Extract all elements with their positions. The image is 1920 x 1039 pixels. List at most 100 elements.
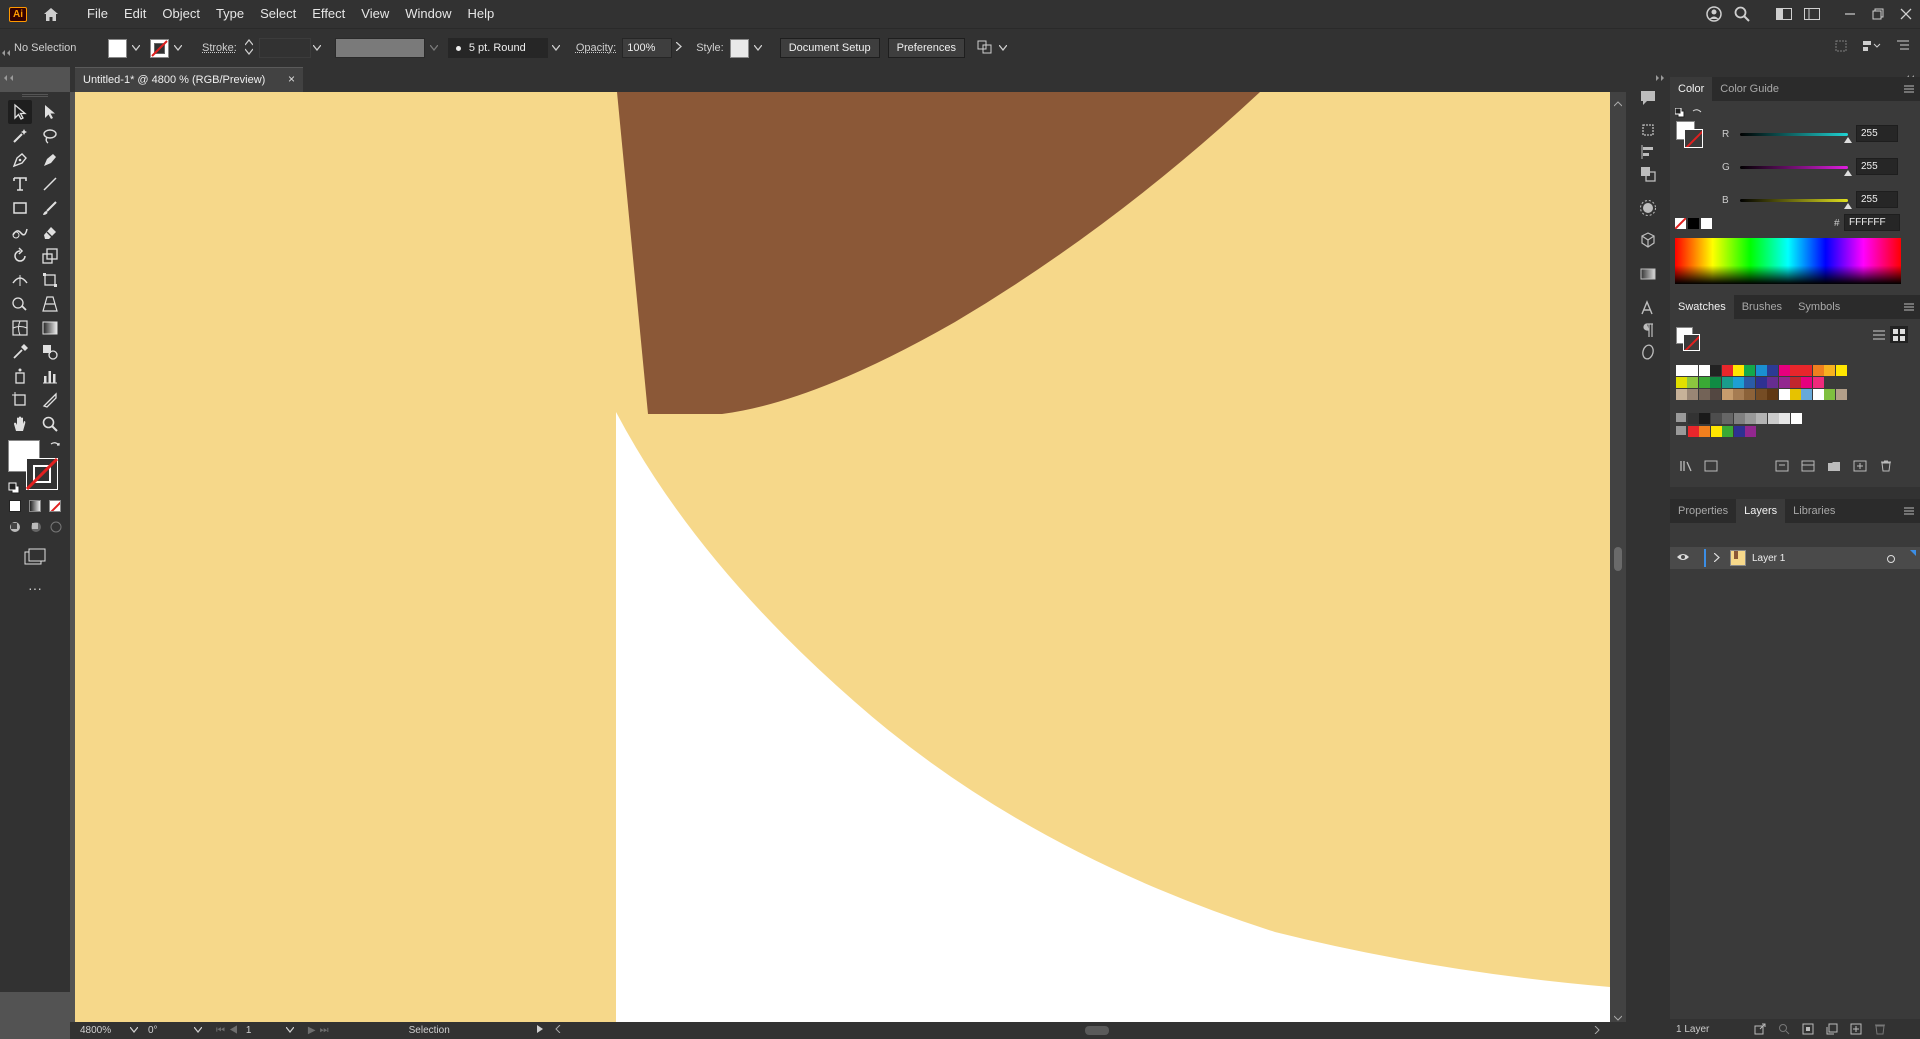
menu-view[interactable]: View [353, 0, 397, 28]
opacity-label[interactable]: Opacity: [576, 42, 616, 54]
swatch-chip[interactable] [1835, 389, 1847, 400]
chevron-down-icon[interactable] [997, 42, 1009, 54]
swatch-chip[interactable] [1812, 377, 1824, 388]
swatch-chip[interactable] [1790, 365, 1801, 376]
new-swatch-icon[interactable] [1853, 460, 1867, 475]
swatch-chip[interactable] [1698, 377, 1710, 388]
swatch-chip[interactable] [1710, 389, 1722, 400]
hex-value-input[interactable]: FFFFFF [1844, 214, 1900, 231]
gradient-mode-icon[interactable] [29, 500, 41, 512]
transform-icon[interactable] [1834, 39, 1848, 56]
tab-brushes[interactable]: Brushes [1734, 295, 1790, 319]
b-slider-thumb[interactable] [1844, 203, 1852, 209]
artboard-number[interactable]: 1 [246, 1025, 286, 1036]
scale-tool-icon[interactable] [38, 244, 62, 268]
swatch-chip[interactable] [1687, 389, 1699, 400]
collapse-toolbar-icon[interactable] [4, 70, 14, 84]
swatch-chip[interactable] [1778, 365, 1790, 376]
swatch-chip[interactable] [1824, 365, 1836, 376]
scroll-up-icon[interactable] [1613, 96, 1623, 110]
zoom-tool-icon[interactable] [38, 412, 62, 436]
vertical-scrollbar[interactable] [1610, 92, 1626, 1022]
3d-icon[interactable] [1636, 228, 1660, 252]
swatch-chip[interactable] [1721, 389, 1733, 400]
chevron-right-icon[interactable] [675, 41, 683, 54]
free-transform-tool-icon[interactable] [38, 268, 62, 292]
swatch-chip[interactable] [1801, 365, 1813, 376]
locate-object-icon[interactable] [1778, 1023, 1790, 1038]
swatch-chip[interactable] [1790, 377, 1801, 388]
default-colors-icon[interactable] [1674, 107, 1685, 121]
swatch-chip[interactable] [1835, 365, 1847, 376]
gradient-tool-icon[interactable] [38, 316, 62, 340]
swatch-chip[interactable] [1755, 389, 1767, 400]
opacity-input[interactable]: 100% [622, 38, 673, 58]
menu-select[interactable]: Select [252, 0, 304, 28]
clipping-mask-icon[interactable] [1802, 1023, 1814, 1038]
swatch-chip[interactable] [1767, 413, 1779, 424]
stroke-swatch[interactable] [150, 38, 169, 58]
comments-icon[interactable] [1636, 86, 1660, 110]
arrange-documents-icon[interactable] [1770, 0, 1798, 28]
swatch-chip[interactable] [1688, 413, 1699, 424]
new-layer-icon[interactable] [1850, 1023, 1862, 1038]
swatch-chip[interactable] [1790, 389, 1801, 400]
swatches-stroke-swatch[interactable] [1683, 334, 1700, 351]
stroke-color-box[interactable] [26, 458, 58, 490]
chevron-down-icon[interactable] [193, 1025, 203, 1036]
swatch-chip[interactable] [1767, 377, 1779, 388]
width-tool-icon[interactable] [8, 268, 32, 292]
color-group-icon[interactable] [1801, 460, 1815, 475]
scroll-left-icon[interactable] [554, 1024, 561, 1036]
stroke-weight-input[interactable] [258, 38, 311, 58]
b-value-input[interactable]: 255 [1856, 191, 1898, 208]
swatch-options-icon[interactable] [1775, 460, 1789, 475]
swatch-chip[interactable] [1744, 365, 1756, 376]
shaper-tool-icon[interactable] [8, 220, 32, 244]
workspace-switcher-icon[interactable] [1798, 0, 1826, 28]
gradient-panel-icon[interactable] [1636, 262, 1660, 286]
r-slider-thumb[interactable] [1844, 137, 1852, 143]
white-color-chip[interactable] [1701, 218, 1712, 229]
grid-view-icon[interactable] [1890, 326, 1908, 343]
menu-object[interactable]: Object [154, 0, 208, 28]
g-slider[interactable] [1740, 166, 1848, 169]
layer-name[interactable]: Layer 1 [1752, 553, 1785, 564]
panel-grip-icon[interactable] [2, 47, 10, 59]
swatch-chip[interactable] [1778, 389, 1790, 400]
swatch-chip[interactable] [1722, 426, 1734, 437]
minimize-icon[interactable] [1836, 0, 1864, 28]
swatch-chip[interactable] [1744, 389, 1756, 400]
menu-window[interactable]: Window [397, 0, 459, 28]
swatch-chip[interactable] [1778, 377, 1790, 388]
shape-builder-tool-icon[interactable] [8, 292, 32, 316]
new-sublayer-icon[interactable] [1826, 1023, 1838, 1038]
show-kinds-icon[interactable] [1704, 460, 1718, 475]
appearance-icon[interactable] [1636, 196, 1660, 220]
paintbrush-tool-icon[interactable] [38, 196, 62, 220]
canvas[interactable] [75, 92, 1610, 1022]
chevron-down-icon[interactable] [550, 42, 562, 54]
panel-menu-icon[interactable] [1904, 505, 1914, 515]
color-stroke-swatch[interactable] [1684, 129, 1703, 148]
vertical-scroll-thumb[interactable] [1614, 547, 1622, 571]
swatch-chip[interactable] [1733, 389, 1744, 400]
rectangle-tool-icon[interactable] [8, 196, 32, 220]
artboards-icon[interactable] [1636, 118, 1660, 142]
swatch-chip[interactable] [1710, 413, 1722, 424]
swatch-chip[interactable] [1721, 365, 1733, 376]
preferences-button[interactable]: Preferences [887, 38, 965, 58]
delete-swatch-icon[interactable] [1879, 460, 1893, 475]
symbol-sprayer-tool-icon[interactable] [8, 364, 32, 388]
chevron-down-icon[interactable] [130, 42, 142, 54]
menu-edit[interactable]: Edit [116, 0, 154, 28]
hand-tool-icon[interactable] [8, 412, 32, 436]
document-tab[interactable]: Untitled-1* @ 4800 % (RGB/Preview) × [75, 67, 303, 92]
chevron-down-icon[interactable] [285, 1025, 295, 1036]
swatch-chip[interactable] [1722, 413, 1734, 424]
panel-menu-icon[interactable] [1904, 301, 1914, 311]
character-icon[interactable] [1636, 296, 1660, 320]
swatch-chip[interactable] [1812, 365, 1824, 376]
none-mode-icon[interactable] [49, 500, 61, 512]
expand-layer-icon[interactable] [1713, 551, 1720, 565]
